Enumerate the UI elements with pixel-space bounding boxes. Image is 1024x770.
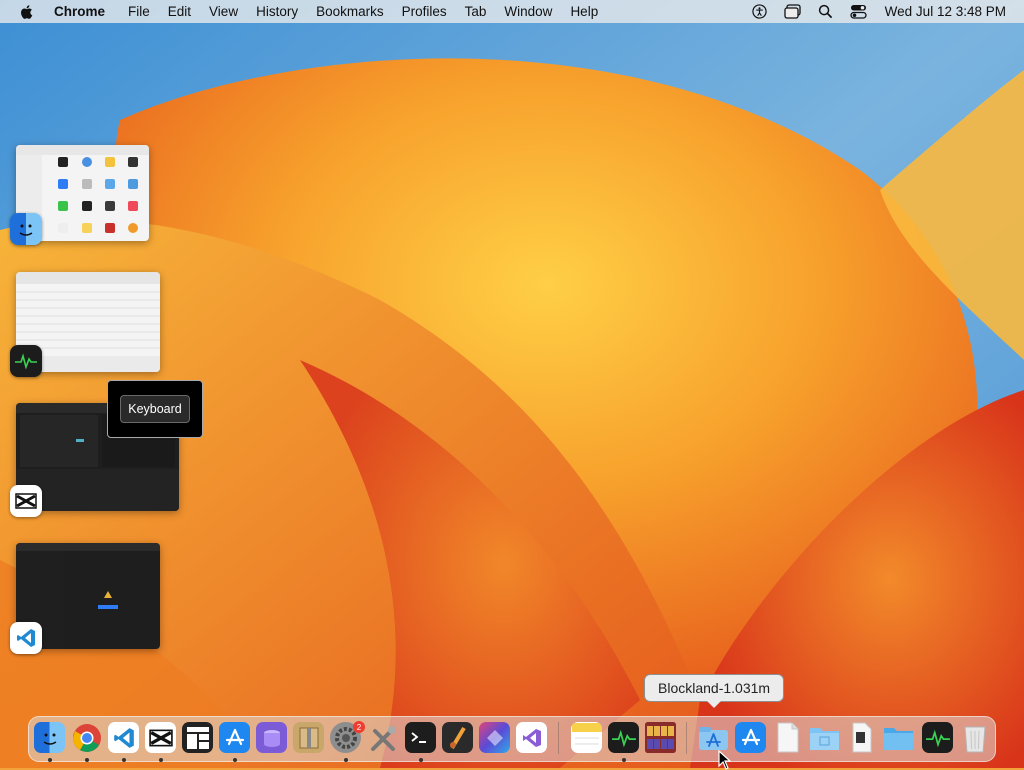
- dock-tooltip: Blockland-1.031m: [644, 674, 785, 708]
- blockland-installer-icon[interactable]: [698, 722, 729, 753]
- menu-profiles[interactable]: Profiles: [402, 4, 447, 19]
- affinity-icon[interactable]: [479, 722, 510, 753]
- script-icon[interactable]: [846, 722, 877, 753]
- running-indicator: [122, 758, 126, 762]
- vscode-icon: [10, 622, 42, 654]
- menu-bar: Chrome File Edit View History Bookmarks …: [0, 0, 1024, 23]
- capcut-icon[interactable]: [145, 722, 176, 753]
- menu-bookmarks[interactable]: Bookmarks: [316, 4, 384, 19]
- running-indicator: [48, 758, 52, 762]
- photo-booth-icon[interactable]: [645, 722, 676, 753]
- finder-icon: [10, 213, 42, 245]
- dock-separator: [558, 722, 559, 754]
- running-indicator: [344, 758, 348, 762]
- notes-icon[interactable]: [571, 722, 602, 753]
- document-icon[interactable]: [772, 722, 803, 753]
- running-indicator: [419, 758, 423, 762]
- finder-icon[interactable]: [34, 722, 65, 753]
- folder-icon-2[interactable]: [883, 722, 914, 753]
- keyboard-popover[interactable]: Keyboard: [107, 380, 203, 438]
- running-indicator: [622, 758, 626, 762]
- running-indicator: [159, 758, 163, 762]
- activity-monitor-icon-2[interactable]: [922, 722, 953, 753]
- folder-icon-1[interactable]: [809, 722, 840, 753]
- app-store-icon[interactable]: [219, 722, 250, 753]
- app-menu-chrome[interactable]: Chrome: [54, 4, 105, 19]
- xcode-tools-icon[interactable]: [368, 722, 399, 753]
- tableplus-icon[interactable]: [256, 722, 287, 753]
- menu-window[interactable]: Window: [504, 4, 552, 19]
- terminal-icon[interactable]: [405, 722, 436, 753]
- mouse-cursor-icon: [718, 750, 732, 770]
- keyboard-label: Keyboard: [120, 395, 190, 423]
- menu-history[interactable]: History: [256, 4, 298, 19]
- settings-notification-badge: 2: [353, 721, 365, 733]
- instruments-icon[interactable]: [442, 722, 473, 753]
- menu-tab[interactable]: Tab: [465, 4, 487, 19]
- control-center-icon[interactable]: [850, 3, 867, 20]
- running-indicator: [85, 758, 89, 762]
- status-area: Wed Jul 12 3:48 PM: [743, 3, 1014, 20]
- menu-edit[interactable]: Edit: [168, 4, 191, 19]
- activity-monitor-icon[interactable]: [608, 722, 639, 753]
- window-icon[interactable]: [784, 3, 801, 20]
- menu-file[interactable]: File: [128, 4, 150, 19]
- vscode-icon[interactable]: [108, 722, 139, 753]
- menu-help[interactable]: Help: [570, 4, 598, 19]
- search-icon[interactable]: [817, 3, 834, 20]
- mosaic-icon[interactable]: [182, 722, 213, 753]
- capcut-icon: [10, 485, 42, 517]
- visual-studio-icon[interactable]: [516, 722, 547, 753]
- menu-bar-clock[interactable]: Wed Jul 12 3:48 PM: [885, 4, 1006, 19]
- dock-tooltip-label: Blockland-1.031m: [658, 680, 771, 696]
- accessibility-icon[interactable]: [751, 3, 768, 20]
- activity-monitor-icon: [10, 345, 42, 377]
- running-indicator: [233, 758, 237, 762]
- menu-view[interactable]: View: [209, 4, 238, 19]
- app-store-icon-2[interactable]: [735, 722, 766, 753]
- chrome-icon[interactable]: [71, 722, 102, 753]
- trash-icon[interactable]: [959, 722, 990, 753]
- dock-separator: [686, 722, 687, 754]
- archive-utility-icon[interactable]: [293, 722, 324, 753]
- apple-menu-icon[interactable]: [18, 3, 36, 21]
